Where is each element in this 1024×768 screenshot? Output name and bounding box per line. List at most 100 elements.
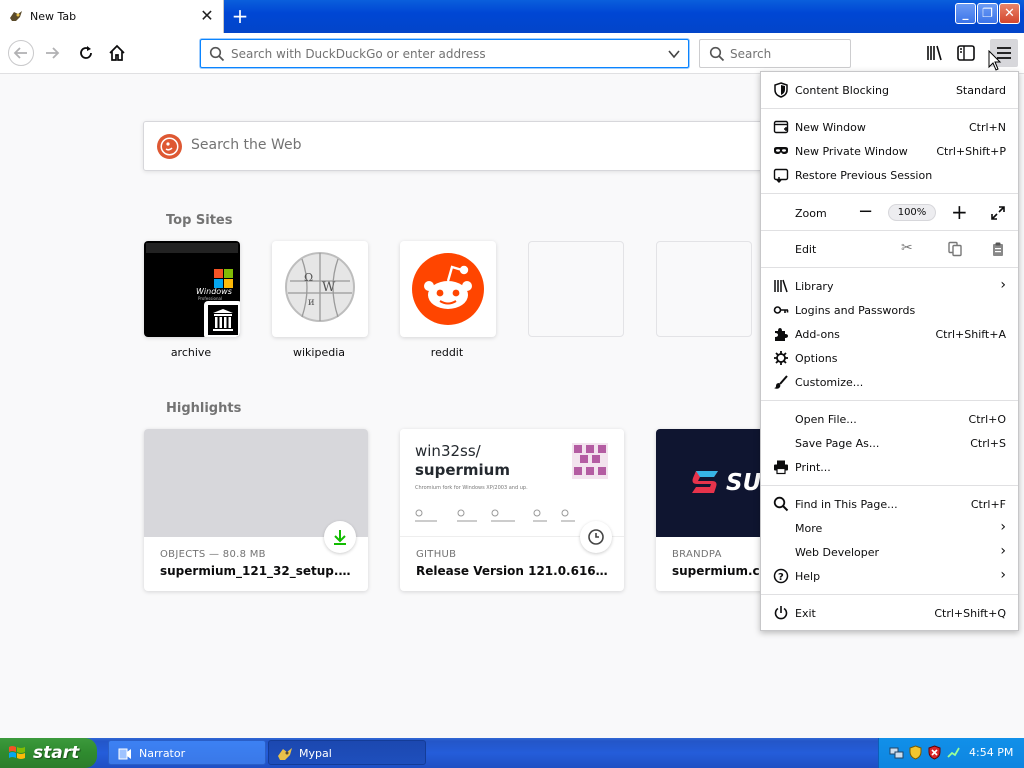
private-mask-icon bbox=[774, 147, 788, 154]
back-button[interactable] bbox=[8, 40, 34, 66]
cut-icon[interactable]: ✂ bbox=[901, 240, 913, 256]
top-site-archive[interactable]: Windows Professional bbox=[144, 241, 240, 337]
zoom-out-icon[interactable]: − bbox=[858, 201, 873, 223]
top-site-empty-slot[interactable] bbox=[528, 241, 624, 337]
top-site-wikipedia[interactable]: Ω W и bbox=[272, 241, 368, 337]
taskbar-item-narrator[interactable]: Narrator bbox=[108, 740, 266, 765]
chevron-right-icon: › bbox=[1000, 567, 1006, 583]
menu-item-customize[interactable]: Customize... bbox=[761, 371, 1018, 393]
taskbar-item-label: Narrator bbox=[139, 747, 186, 760]
menu-item-save-page[interactable]: Save Page As... Ctrl+S bbox=[761, 432, 1018, 454]
menu-item-zoom: Zoom − 100% + bbox=[761, 201, 1018, 225]
security-alert-icon[interactable] bbox=[927, 745, 942, 760]
menu-separator bbox=[761, 400, 1018, 401]
menu-item-content-blocking[interactable]: Content Blocking Standard bbox=[761, 79, 1018, 101]
menu-item-label: Add-ons bbox=[795, 328, 840, 341]
search-bar[interactable] bbox=[699, 39, 851, 68]
menu-item-logins[interactable]: Logins and Passwords bbox=[761, 299, 1018, 321]
menu-item-label: Customize... bbox=[795, 376, 864, 389]
address-input[interactable] bbox=[231, 44, 651, 63]
menu-item-shortcut: Ctrl+N bbox=[968, 121, 1006, 134]
content-blocking-value: Standard bbox=[955, 84, 1006, 97]
puzzle-piece-icon bbox=[775, 328, 788, 341]
preview-repo-name: supermium bbox=[415, 461, 510, 479]
menu-item-help[interactable]: ? Help › bbox=[761, 565, 1018, 587]
zoom-in-icon[interactable]: + bbox=[951, 201, 968, 223]
tab-new-tab[interactable]: New Tab ✕ bbox=[0, 0, 224, 33]
restore-button[interactable]: ❐ bbox=[977, 3, 998, 24]
restore-session-icon bbox=[773, 168, 789, 183]
chevron-down-icon[interactable] bbox=[666, 46, 682, 62]
minimize-button[interactable]: _ bbox=[955, 3, 976, 24]
fullscreen-icon[interactable] bbox=[990, 205, 1006, 221]
mouse-cursor-icon bbox=[988, 50, 1002, 71]
menu-item-find[interactable]: Find in This Page... Ctrl+F bbox=[761, 493, 1018, 515]
menu-item-exit[interactable]: Exit Ctrl+Shift+Q bbox=[761, 602, 1018, 624]
menu-item-web-developer[interactable]: Web Developer › bbox=[761, 541, 1018, 563]
library-button[interactable] bbox=[924, 42, 946, 64]
svg-text:Ω: Ω bbox=[304, 271, 313, 284]
download-icon bbox=[324, 521, 356, 553]
taskbar: start Narrator Mypal 4:54 PM bbox=[0, 738, 1024, 768]
search-icon bbox=[209, 46, 225, 62]
menu-item-label: New Private Window bbox=[795, 145, 908, 158]
menu-item-open-file[interactable]: Open File... Ctrl+O bbox=[761, 408, 1018, 430]
menu-item-label: Logins and Passwords bbox=[795, 304, 916, 317]
menu-item-addons[interactable]: Add-ons Ctrl+Shift+A bbox=[761, 323, 1018, 345]
security-shield-icon[interactable] bbox=[908, 745, 923, 760]
clock[interactable]: 4:54 PM bbox=[969, 746, 1013, 759]
menu-item-new-private-window[interactable]: New Private Window Ctrl+Shift+P bbox=[761, 140, 1018, 162]
highlight-card-github[interactable]: win32ss/ supermium Chromium fork for Win… bbox=[400, 429, 624, 591]
gear-icon bbox=[774, 351, 788, 365]
menu-separator bbox=[761, 267, 1018, 268]
system-tray: 4:54 PM bbox=[878, 738, 1024, 768]
menu-item-label: Web Developer bbox=[795, 546, 880, 559]
reddit-logo-icon bbox=[412, 253, 484, 325]
history-clock-icon bbox=[580, 521, 612, 553]
menu-separator bbox=[761, 108, 1018, 109]
forward-arrow-icon bbox=[46, 47, 60, 59]
windows-flag-icon bbox=[9, 746, 25, 759]
svg-text:Windows: Windows bbox=[196, 287, 232, 296]
menu-item-print[interactable]: Print... bbox=[761, 456, 1018, 478]
menu-item-restore-session[interactable]: Restore Previous Session bbox=[761, 164, 1018, 186]
top-site-empty-slot[interactable] bbox=[656, 241, 752, 337]
menu-item-new-window[interactable]: New Window Ctrl+N bbox=[761, 116, 1018, 138]
menu-item-library[interactable]: Library › bbox=[761, 275, 1018, 297]
highlight-card-download[interactable]: OBJECTS — 80.8 MB supermium_121_32_setup… bbox=[144, 429, 368, 591]
menu-item-shortcut: Ctrl+Shift+Q bbox=[934, 607, 1006, 620]
start-button[interactable]: start bbox=[0, 738, 97, 768]
paste-icon[interactable] bbox=[990, 241, 1006, 257]
zoom-reset-button[interactable]: 100% bbox=[888, 204, 936, 221]
svg-text:и: и bbox=[308, 297, 315, 308]
menu-item-label: Library bbox=[795, 280, 834, 293]
search-input[interactable] bbox=[730, 45, 840, 62]
search-icon bbox=[709, 46, 725, 62]
home-button[interactable] bbox=[106, 42, 128, 64]
menu-item-label: Open File... bbox=[795, 413, 857, 426]
copy-icon[interactable] bbox=[947, 241, 963, 257]
mypal-favicon-icon bbox=[10, 11, 22, 21]
new-tab-plus-icon[interactable]: + bbox=[229, 5, 251, 27]
power-icon bbox=[774, 606, 788, 620]
highlight-source: BRANDPA bbox=[672, 549, 722, 560]
network-icon[interactable] bbox=[889, 745, 904, 760]
sidebar-button[interactable] bbox=[955, 42, 977, 64]
svg-text:W: W bbox=[322, 280, 336, 295]
close-window-button[interactable]: ✕ bbox=[999, 3, 1020, 24]
forward-button[interactable] bbox=[42, 42, 64, 64]
menu-item-more[interactable]: More › bbox=[761, 517, 1018, 539]
connection-icon[interactable] bbox=[946, 745, 961, 760]
sidebar-icon bbox=[957, 45, 975, 61]
menu-item-shortcut: Ctrl+F bbox=[970, 498, 1006, 511]
address-bar[interactable] bbox=[200, 39, 689, 68]
reload-button[interactable] bbox=[75, 42, 97, 64]
menu-item-options[interactable]: Options bbox=[761, 347, 1018, 369]
top-site-reddit[interactable] bbox=[400, 241, 496, 337]
close-tab-icon[interactable]: ✕ bbox=[198, 7, 216, 25]
archive-logo-icon bbox=[204, 301, 240, 337]
menu-separator bbox=[761, 594, 1018, 595]
duckduckgo-logo-icon bbox=[157, 134, 182, 159]
taskbar-item-mypal[interactable]: Mypal bbox=[268, 740, 426, 765]
menu-item-label: Find in This Page... bbox=[795, 498, 898, 511]
